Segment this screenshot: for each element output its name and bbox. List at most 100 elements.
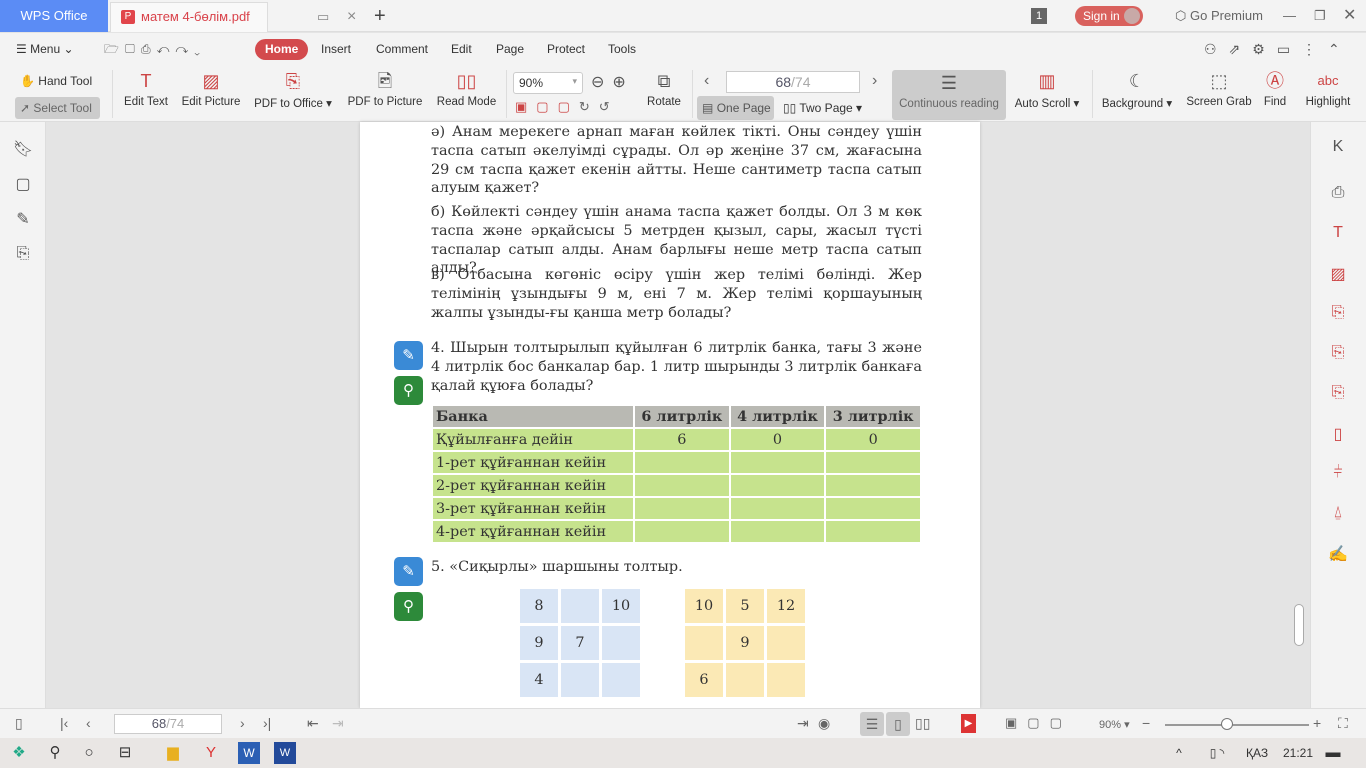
cortana-icon[interactable]: ○ [78, 742, 100, 764]
attachment-icon[interactable]: ⎘ [12, 245, 34, 267]
minimize-icon[interactable]: — [1283, 0, 1296, 32]
sign-in-button[interactable]: Sign in [1075, 6, 1143, 26]
task-view-icon[interactable]: ⊟ [114, 742, 136, 764]
background-button[interactable]: ☾ Background ▾ [1100, 70, 1174, 110]
status-page-input[interactable]: 68/74 [114, 714, 222, 734]
network-icon[interactable]: ▯ ◝ [1192, 742, 1242, 764]
search-icon[interactable]: ⚲ [44, 742, 66, 764]
auto-scroll-button[interactable]: ▥ Auto Scroll ▾ [1012, 70, 1082, 110]
annotation-icon[interactable]: ✎ [12, 209, 34, 231]
tab-comment[interactable]: Comment [368, 39, 436, 60]
zoom-slider-handle[interactable] [1221, 718, 1233, 730]
document-tab[interactable]: Pматем 4-бөлім.pdf ▭ × [110, 2, 356, 32]
main-menu-button[interactable]: ☰ Menu ⌄ [8, 39, 82, 60]
rotate-icon: ⧉ [657, 71, 671, 91]
compress-icon[interactable]: ▯ [1327, 424, 1349, 446]
screen-grab-button[interactable]: ⬚ Screen Grab [1186, 70, 1252, 108]
page-number-input[interactable]: 68/74 [726, 71, 860, 93]
split-icon[interactable]: ⫩ [1327, 464, 1349, 486]
file-explorer-icon[interactable]: ▆ [162, 742, 184, 764]
bookmark-icon[interactable]: 🔖︎ [12, 139, 34, 161]
status-zoom[interactable]: 90% ▾ [1099, 718, 1130, 731]
continuous-view-icon[interactable]: ☰ [860, 712, 884, 736]
fit-rotate-icons[interactable]: ▣▢▢↻↺ [515, 99, 619, 115]
single-page-view-icon[interactable]: ▯ [886, 712, 910, 736]
close-tab-icon[interactable]: × [347, 3, 356, 31]
thumbnails-icon[interactable]: ▢ [12, 174, 34, 196]
restore-icon[interactable]: ❐ [1314, 0, 1326, 32]
zoom-in-button[interactable]: + [1313, 715, 1321, 731]
word-icon[interactable]: W [238, 742, 260, 764]
magic-square-1: 8 10 97 4 [520, 589, 640, 697]
scrollbar-thumb[interactable] [1294, 604, 1304, 646]
find-button[interactable]: Ⓐ Find [1260, 70, 1290, 108]
two-page-button[interactable]: ▯▯ Two Page ▾ [783, 101, 862, 115]
wps-office-tab[interactable]: WPS Office [0, 0, 108, 32]
edit-picture-button[interactable]: ▨ Edit Picture [180, 70, 242, 108]
prev-page-icon[interactable]: ‹ [86, 715, 91, 731]
back-icon[interactable]: ⇤ [307, 715, 319, 732]
quick-access-icons[interactable]: 🗁▢⎙↶↷⌄ [96, 39, 214, 60]
hand-tool-label: Hand Tool [38, 74, 93, 88]
tab-protect[interactable]: Protect [539, 39, 593, 60]
square-cell [561, 589, 599, 623]
notification-count[interactable]: 1 [1031, 8, 1047, 24]
pdf-to-word-icon[interactable]: ⎘ [1327, 304, 1349, 326]
pdf-to-excel-icon[interactable]: ⎘ [1327, 344, 1349, 366]
read-mode-button[interactable]: ▯▯ Read Mode [434, 70, 499, 108]
select-tool-button[interactable]: ➚ Select Tool [15, 97, 100, 119]
export-icon[interactable]: ⇥ [797, 715, 809, 732]
next-page-icon[interactable]: › [240, 715, 245, 731]
magnifier-icon: ⚲ [394, 376, 423, 405]
picture-icon[interactable]: ▨ [1327, 264, 1349, 286]
edit-text-button[interactable]: T Edit Text [120, 70, 172, 108]
zoom-out-icon[interactable]: ⊖ [591, 74, 612, 91]
pin-icon[interactable]: ▭ [317, 3, 329, 31]
rotate-button[interactable]: ⧉ Rotate [645, 70, 683, 108]
fullscreen-icon[interactable]: ⛶ [1338, 715, 1348, 732]
continuous-reading-button[interactable]: ☰ Continuous reading [892, 70, 1006, 120]
hand-tool-button[interactable]: ✋ Hand Tool [20, 74, 92, 88]
zoom-out-button[interactable]: − [1142, 715, 1150, 731]
play-slideshow-icon[interactable]: ▶ [961, 714, 976, 733]
zoom-in-icon[interactable]: ⊕ [612, 74, 633, 91]
collapse-icon[interactable]: K [1327, 138, 1349, 160]
forward-icon[interactable]: ⇥ [332, 715, 344, 732]
highlight-button[interactable]: abc Highlight [1300, 70, 1356, 108]
pdf-to-picture-button[interactable]: 🖻 PDF to Picture [345, 70, 425, 108]
notifications-icon[interactable]: ▬ [1322, 742, 1344, 764]
sign-icon[interactable]: ✍ [1327, 544, 1349, 566]
yandex-icon[interactable]: Y [200, 742, 222, 764]
zoom-select[interactable]: 90% ▾ [513, 72, 583, 94]
zoom-buttons[interactable]: ⊖⊕ [591, 72, 634, 92]
next-page-button[interactable]: › [872, 72, 877, 90]
eye-protect-icon[interactable]: ◉ [818, 715, 830, 732]
one-page-button[interactable]: ▤ One Page [697, 96, 774, 120]
last-page-icon[interactable]: ›| [263, 715, 271, 731]
start-icon[interactable]: ❖ [8, 742, 30, 764]
tab-page[interactable]: Page [488, 39, 532, 60]
new-tab-button[interactable]: + [374, 0, 386, 32]
edit-text-icon[interactable]: T [1327, 224, 1349, 246]
go-premium-button[interactable]: ⬡ Go Premium [1175, 0, 1263, 32]
tab-tools[interactable]: Tools [600, 39, 644, 60]
language-indicator[interactable]: ҚАЗ [1246, 746, 1268, 760]
wps-icon[interactable]: W [274, 742, 296, 764]
first-page-icon[interactable]: |‹ [60, 715, 68, 731]
tab-insert[interactable]: Insert [313, 39, 359, 60]
sidebar-toggle-icon[interactable]: ▯ [15, 715, 23, 732]
tray-icons[interactable]: ^ [1168, 742, 1190, 764]
zoom-slider[interactable] [1165, 724, 1309, 726]
print-icon[interactable]: ⎙ [1327, 184, 1349, 206]
clock[interactable]: 21:21 [1283, 746, 1313, 760]
strikethrough-icon[interactable]: ⍙ [1327, 504, 1349, 526]
pdf-to-ppt-icon[interactable]: ⎘ [1327, 384, 1349, 406]
prev-page-button[interactable]: ‹ [704, 72, 709, 90]
two-page-view-icon[interactable]: ▯▯ [915, 715, 930, 732]
top-right-icons[interactable]: ⚇⇗⚙▭⋮⌃ [1196, 39, 1360, 60]
tab-home[interactable]: Home [255, 39, 309, 60]
pdf-to-office-button[interactable]: ⎘ PDF to Office ▾ [252, 70, 334, 110]
fit-icons[interactable]: ▣▢▢ [1005, 715, 1072, 731]
close-window-icon[interactable]: ✕ [1343, 0, 1356, 32]
tab-edit[interactable]: Edit [443, 39, 480, 60]
